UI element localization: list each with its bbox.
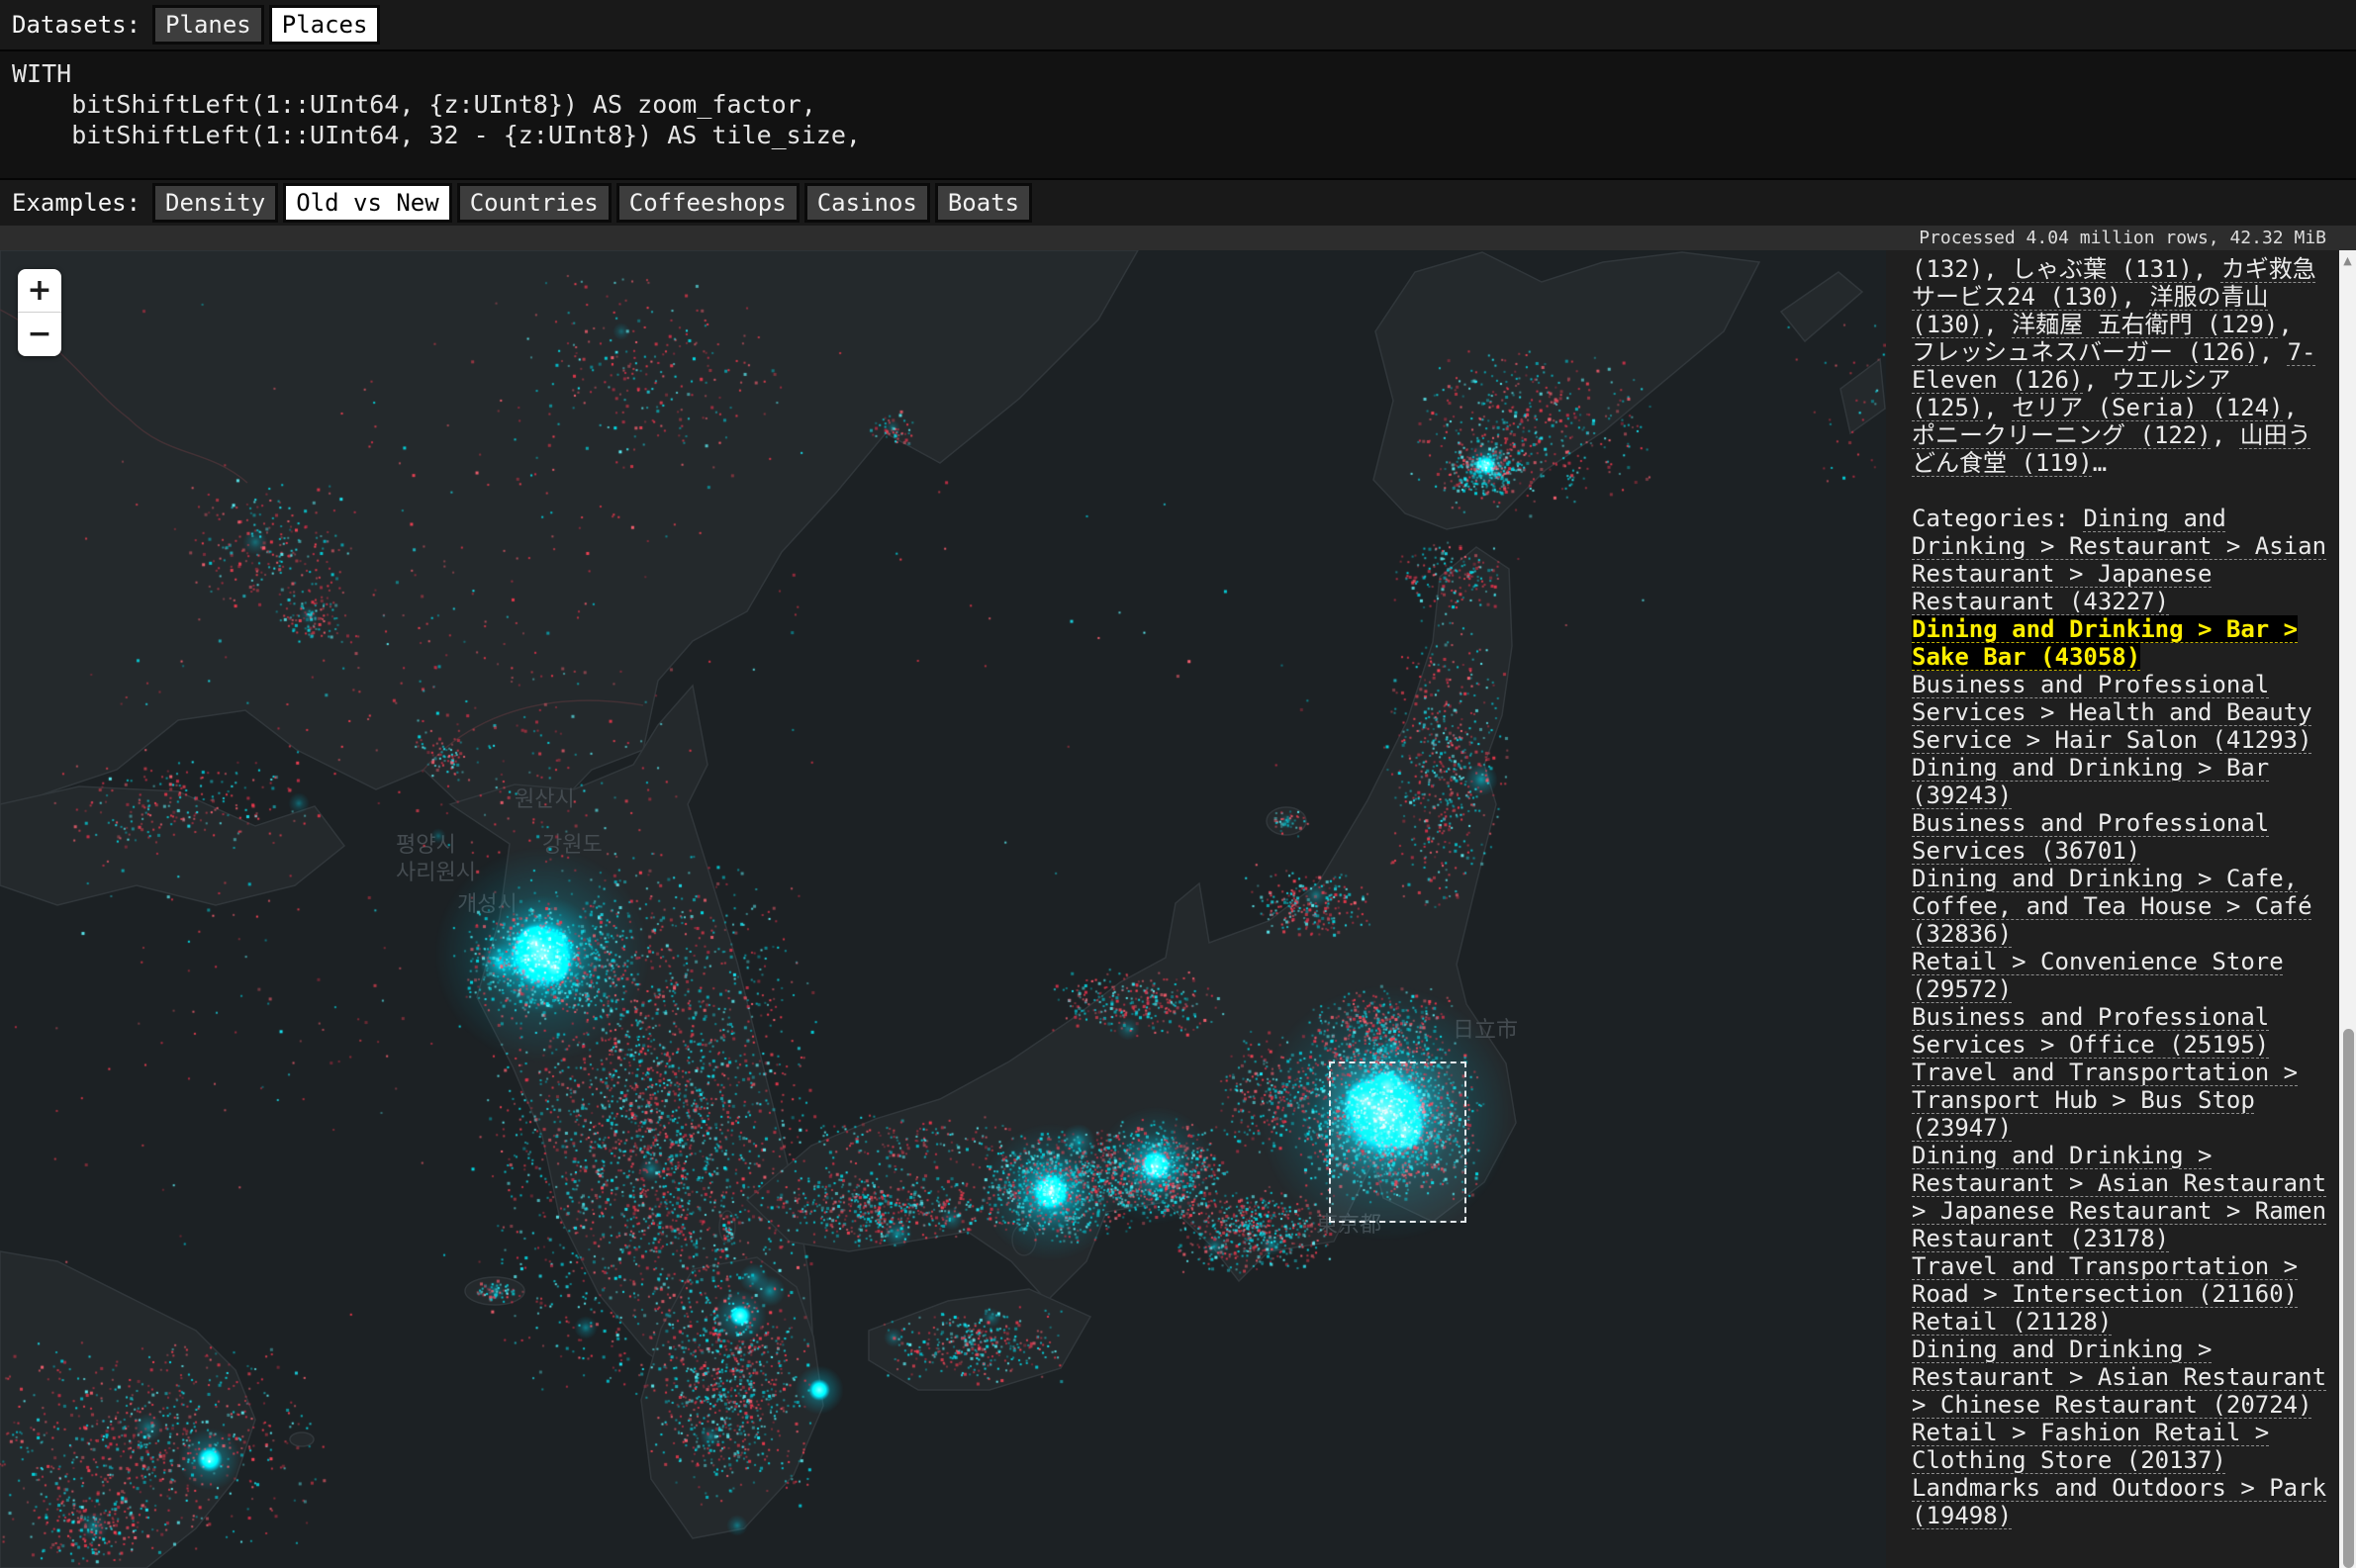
category-link[interactable]: Dining and Drinking > Bar (39243): [1912, 754, 2269, 809]
example-button-countries[interactable]: Countries: [457, 183, 612, 223]
category-link[interactable]: Retail (21128): [1912, 1308, 2112, 1336]
category-link[interactable]: Landmarks and Outdoors > Park (19498): [1912, 1474, 2326, 1529]
category-link[interactable]: Travel and Transportation > Road > Inter…: [1912, 1252, 2298, 1308]
poi-name-link[interactable]: フレッシュネスバーガー (126): [1912, 338, 2259, 366]
scrollbar-thumb[interactable]: [2343, 1029, 2354, 1568]
examples-label: Examples:: [12, 189, 141, 217]
examples-bar: Examples: DensityOld vs NewCountriesCoff…: [0, 180, 2356, 227]
category-link-highlighted[interactable]: Dining and Drinking > Bar > Sake Bar (43…: [1912, 615, 2298, 671]
example-button-boats[interactable]: Boats: [935, 183, 1032, 223]
sql-query-editor[interactable]: WITH bitShiftLeft(1::UInt64, {z:UInt8}) …: [0, 49, 2356, 180]
example-button-density[interactable]: Density: [152, 183, 278, 223]
category-link[interactable]: Dining and Drinking > Restaurant > Asian…: [1912, 1142, 2326, 1252]
examples-buttons: DensityOld vs NewCountriesCoffeeshopsCas…: [152, 183, 1037, 223]
zoom-out-button[interactable]: −: [18, 313, 61, 356]
categories-label: Categories:: [1912, 505, 2083, 532]
selection-rectangle[interactable]: [1329, 1061, 1466, 1223]
category-link[interactable]: Business and Professional Services > Hea…: [1912, 671, 2312, 754]
category-link[interactable]: Dining and Drinking > Cafe, Coffee, and …: [1912, 865, 2312, 948]
category-link[interactable]: Dining and Drinking > Restaurant > Asian…: [1912, 1336, 2326, 1419]
example-button-old-vs-new[interactable]: Old vs New: [283, 183, 452, 223]
example-button-casinos[interactable]: Casinos: [804, 183, 930, 223]
poi-name-link[interactable]: ポニークリーニング (122): [1912, 421, 2212, 449]
category-link[interactable]: Retail > Convenience Store (29572): [1912, 948, 2284, 1003]
map-zoom-control: + −: [18, 269, 61, 356]
example-button-coffeeshops[interactable]: Coffeeshops: [616, 183, 800, 223]
category-link[interactable]: Travel and Transportation > Transport Hu…: [1912, 1059, 2298, 1142]
page-scrollbar[interactable]: ▲: [2339, 250, 2356, 1568]
poi-name-link[interactable]: 洋麺屋 五右衛門 (129): [2012, 311, 2278, 338]
poi-name-link[interactable]: セリア (Seria) (124): [2012, 394, 2283, 421]
dataset-button-places[interactable]: Places: [269, 5, 381, 45]
results-panel[interactable]: (132), しゃぶ葉 (131), カギ救急サービス24 (130), 洋服の…: [1886, 250, 2339, 1568]
category-link[interactable]: Business and Professional Services > Off…: [1912, 1003, 2269, 1059]
top-names-paragraph: (132), しゃぶ葉 (131), カギ救急サービス24 (130), 洋服の…: [1912, 255, 2329, 477]
category-link[interactable]: Retail > Fashion Retail > Clothing Store…: [1912, 1419, 2269, 1474]
zoom-in-button[interactable]: +: [18, 269, 61, 313]
dataset-button-planes[interactable]: Planes: [152, 5, 264, 45]
poi-name-link[interactable]: しゃぶ葉 (131): [2012, 255, 2193, 283]
scrollbar-up-arrow[interactable]: ▲: [2339, 250, 2356, 274]
datasets-bar: Datasets: PlanesPlaces: [0, 0, 2356, 49]
datasets-buttons: PlanesPlaces: [152, 5, 385, 45]
status-bar: Processed 4.04 million rows, 42.32 MiB: [0, 226, 2356, 250]
datasets-label: Datasets:: [12, 11, 141, 39]
status-text: Processed 4.04 million rows, 42.32 MiB: [1919, 228, 2326, 248]
category-link[interactable]: Business and Professional Services (3670…: [1912, 809, 2269, 865]
categories-list: Categories: Dining and Drinking > Restau…: [1912, 505, 2329, 1529]
